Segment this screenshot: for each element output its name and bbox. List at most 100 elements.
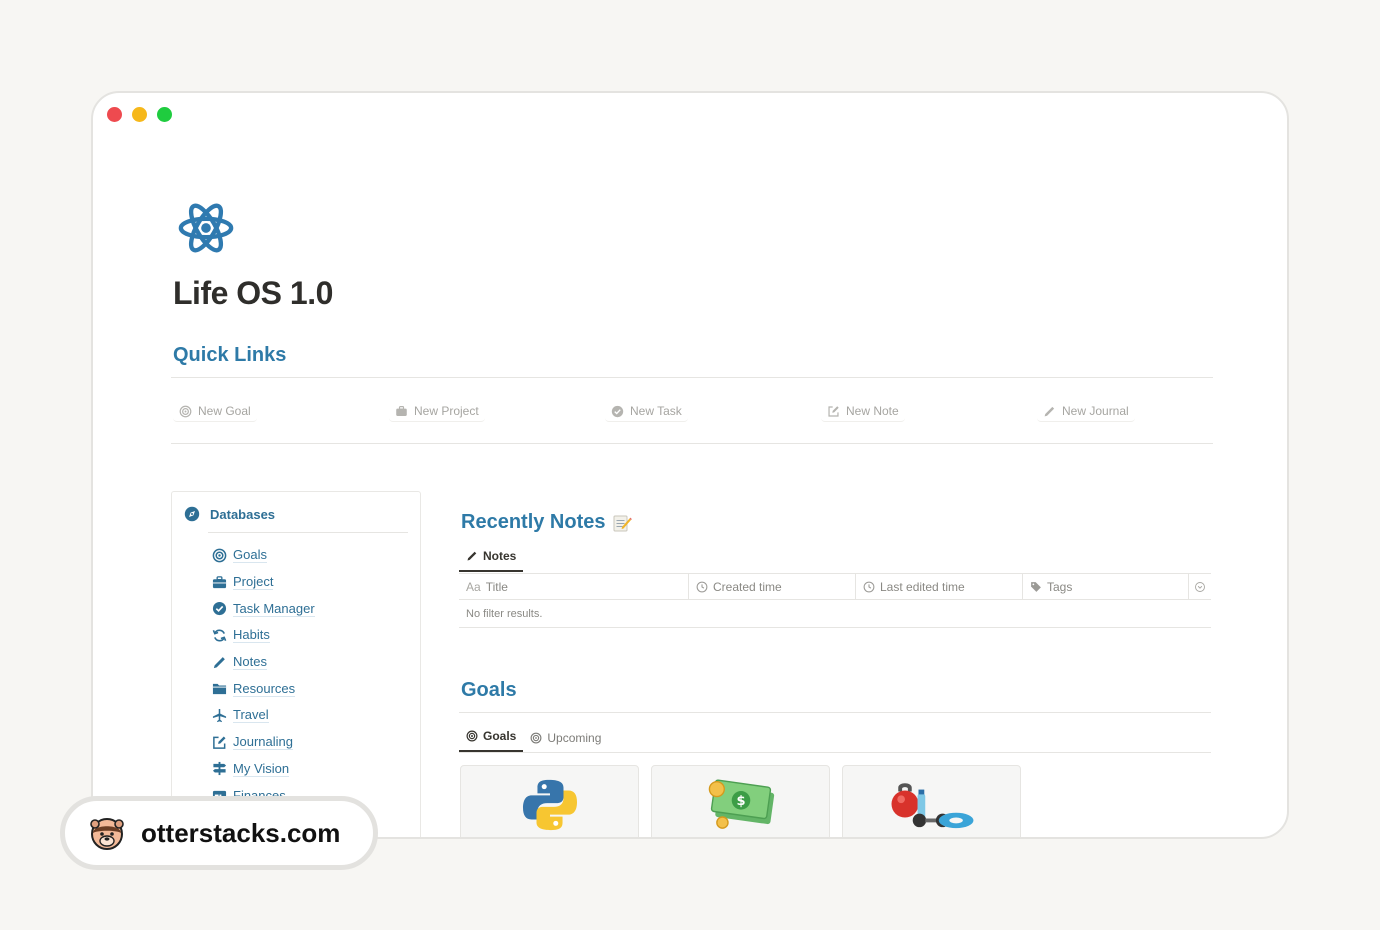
column-created-time[interactable]: Created time [689, 574, 856, 599]
sidebar-item-project[interactable]: Project [212, 569, 315, 596]
sidebar-item-label: Resources [233, 680, 296, 697]
edit-square-icon [213, 736, 226, 749]
clock-icon [696, 581, 708, 592]
page-title: Life OS 1.0 [173, 275, 333, 311]
sidebar-item-label: Goals [233, 547, 267, 564]
clock-icon [863, 581, 875, 592]
divider [459, 752, 1211, 753]
pencil-icon [1044, 406, 1055, 416]
quick-links-heading: Quick Links [173, 344, 287, 366]
refresh-icon [212, 629, 227, 642]
add-property-button[interactable] [1189, 574, 1211, 599]
pencil-icon [213, 656, 225, 668]
sidebar-item-my-vision[interactable]: My Vision [212, 756, 315, 783]
tab-label: Goals [483, 729, 517, 743]
fitness-icon [891, 783, 973, 829]
notes-view-tabs: Notes [459, 549, 524, 572]
column-tags[interactable]: Tags [1023, 574, 1189, 599]
airplane-icon [212, 708, 227, 723]
divider [459, 712, 1211, 713]
maximize-window-button[interactable] [157, 107, 172, 122]
sidebar-item-goals[interactable]: Goals [212, 542, 315, 569]
briefcase-icon [212, 575, 227, 588]
memo-icon [613, 515, 632, 531]
sidebar-item-label: Journaling [233, 734, 293, 751]
pencil-icon [467, 551, 477, 561]
sidebar-item-label: Travel [233, 707, 269, 724]
sidebar-item-habits[interactable]: Habits [212, 622, 315, 649]
folder-icon [212, 684, 227, 695]
new-journal-button[interactable]: New Journal [1037, 401, 1135, 422]
goal-card[interactable] [460, 765, 639, 837]
target-icon [212, 548, 227, 563]
sidebar-item-label: Notes [233, 654, 267, 671]
sidebar-item-label: Project [233, 574, 274, 591]
column-label: Tags [1047, 579, 1073, 594]
text-property-icon: Aa [466, 579, 481, 594]
databases-header[interactable]: Databases [184, 506, 275, 522]
check-circle-icon [212, 602, 227, 616]
goals-title: Goals [461, 679, 517, 701]
databases-list: Goals Project Task Manager Habits Notes … [212, 542, 315, 809]
watermark-badge: otterstacks.com [60, 796, 378, 870]
divider [171, 377, 1213, 378]
notes-table: Aa Title Created time Last edited time T… [459, 573, 1211, 628]
goal-card[interactable]: $ [651, 765, 830, 837]
tab-label: Notes [483, 549, 517, 563]
sidebar-item-label: Habits [233, 627, 270, 644]
new-note-label: New Note [846, 404, 899, 418]
sidebar-item-travel[interactable]: Travel [212, 702, 315, 729]
tab-upcoming[interactable]: Upcoming [523, 731, 608, 752]
new-project-label: New Project [414, 404, 479, 418]
tab-goals[interactable]: Goals [459, 729, 524, 752]
otter-avatar-icon [90, 818, 124, 850]
sidebar-item-task-manager[interactable]: Task Manager [212, 595, 315, 622]
money-icon: $ [708, 779, 774, 829]
sidebar-item-notes[interactable]: Notes [212, 649, 315, 676]
column-label: Created time [713, 579, 782, 594]
sidebar-item-label: My Vision [233, 760, 290, 777]
target-icon [466, 730, 478, 742]
atom-icon[interactable] [177, 199, 235, 257]
minimize-window-button[interactable] [132, 107, 147, 122]
python-logo-icon [522, 779, 577, 831]
signpost-icon [212, 762, 227, 776]
column-last-edited-time[interactable]: Last edited time [856, 574, 1023, 599]
new-goal-button[interactable]: New Goal [173, 401, 257, 422]
check-circle-icon [611, 405, 624, 417]
recent-notes-heading: Recently Notes [461, 511, 632, 534]
databases-heading: Databases [210, 506, 276, 522]
svg-text:$: $ [736, 794, 745, 809]
goals-heading: Goals [461, 679, 517, 702]
briefcase-icon [396, 405, 407, 416]
compass-icon [184, 506, 200, 522]
app-window: Life OS 1.0 Quick Links New Goal New Pro… [91, 91, 1289, 839]
column-label: Last edited time [880, 579, 965, 594]
empty-state: No filter results. [459, 600, 1211, 628]
new-task-label: New Task [630, 404, 682, 418]
new-goal-label: New Goal [198, 404, 251, 418]
tab-label: Upcoming [547, 731, 602, 745]
goals-view-tabs: Goals Upcoming [459, 729, 608, 752]
new-journal-label: New Journal [1062, 404, 1129, 418]
new-project-button[interactable]: New Project [389, 401, 485, 422]
sidebar-item-journaling[interactable]: Journaling [212, 729, 315, 756]
target-icon [179, 405, 192, 417]
target-icon [530, 732, 542, 744]
divider [171, 443, 1213, 444]
new-task-button[interactable]: New Task [605, 401, 688, 422]
column-title[interactable]: Aa Title [459, 574, 689, 599]
divider [208, 532, 408, 533]
new-note-button[interactable]: New Note [821, 401, 905, 422]
sidebar-item-resources[interactable]: Resources [212, 675, 315, 702]
tab-notes[interactable]: Notes [459, 549, 524, 572]
close-window-button[interactable] [107, 107, 122, 122]
window-controls [107, 107, 172, 122]
edit-square-icon [828, 405, 839, 417]
watermark-text: otterstacks.com [141, 817, 341, 848]
chevron-down-circle-icon [1195, 581, 1205, 592]
databases-panel: Databases Goals Project Task Manager Hab… [171, 491, 421, 837]
column-label: Title [485, 579, 508, 594]
goal-card[interactable] [842, 765, 1021, 837]
sidebar-item-label: Task Manager [233, 600, 315, 617]
